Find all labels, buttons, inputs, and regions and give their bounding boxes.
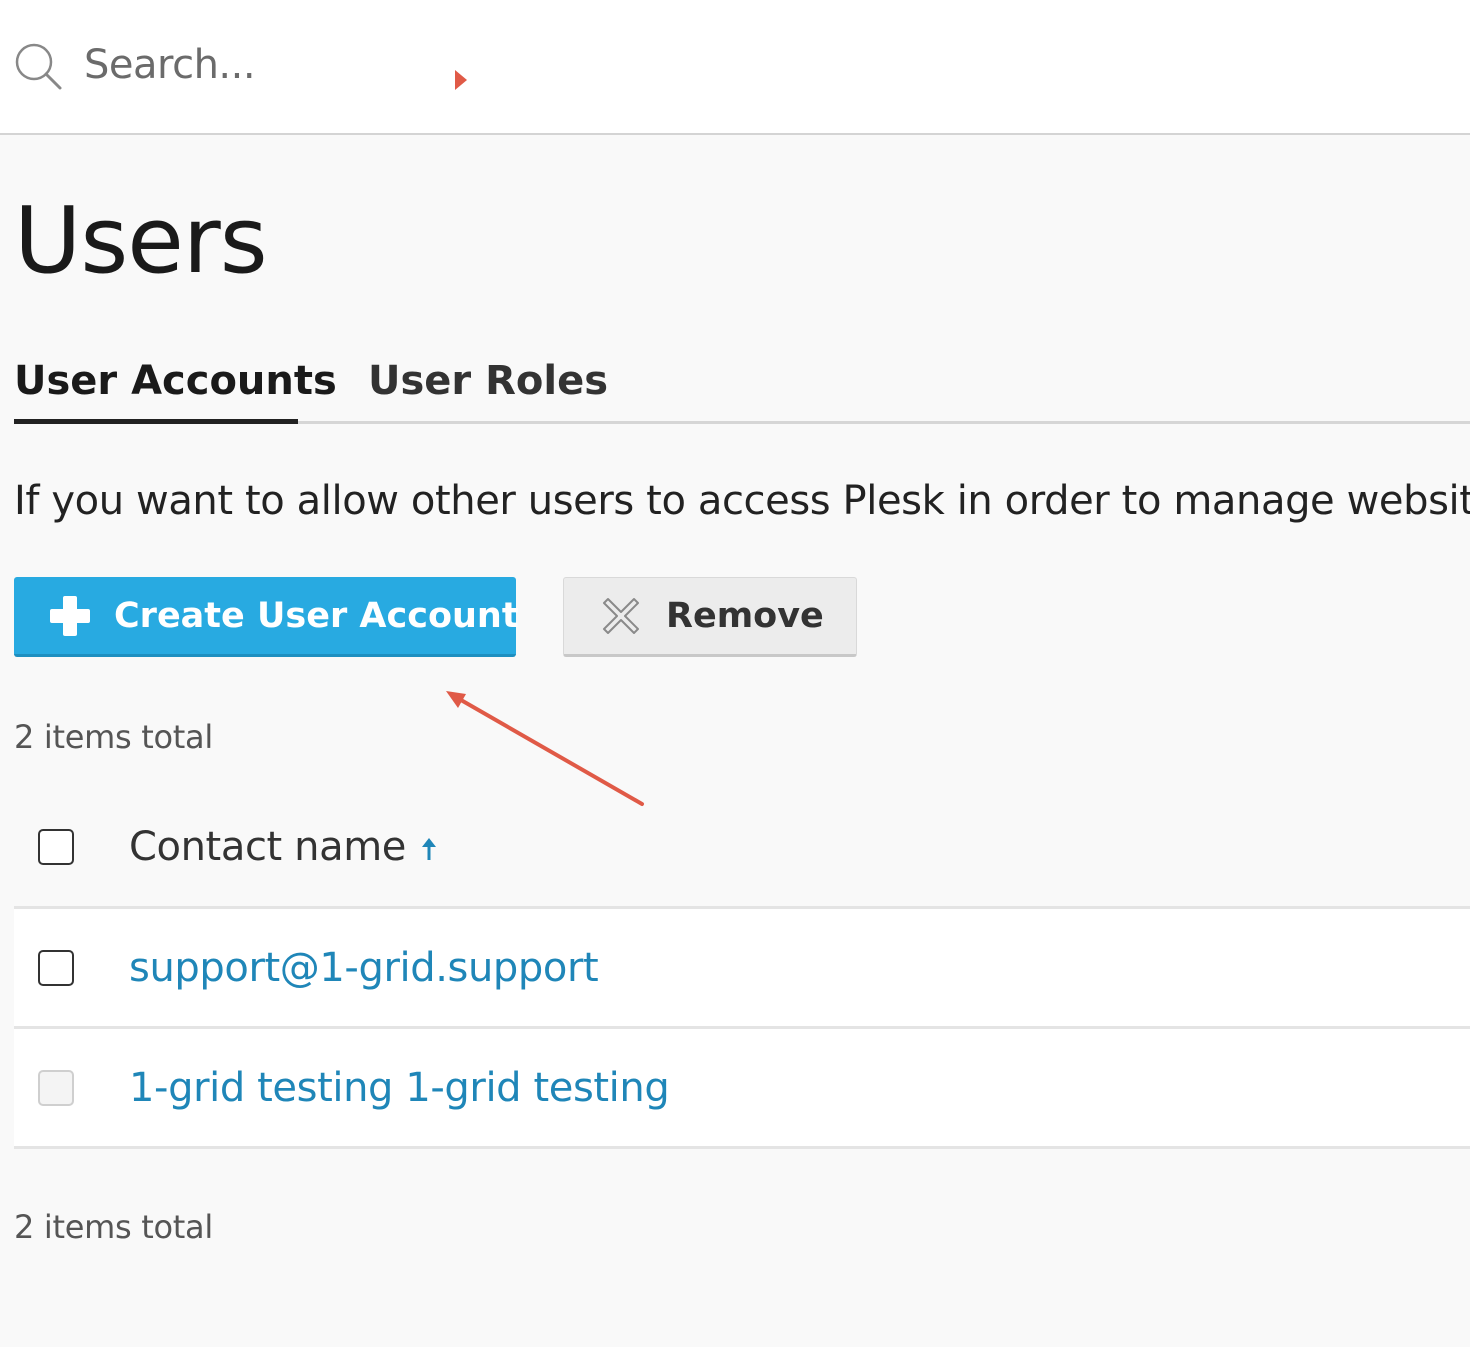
- column-header-label: Contact name: [129, 824, 406, 870]
- remove-label: Remove: [666, 596, 824, 636]
- create-user-account-label: Create User Account: [114, 595, 519, 636]
- search-input[interactable]: [84, 36, 444, 94]
- intro-text: If you want to allow other users to acce…: [14, 478, 1470, 524]
- contact-name-link[interactable]: 1-grid testing 1-grid testing: [129, 1065, 670, 1111]
- row-checkbox[interactable]: [38, 949, 74, 986]
- create-user-account-button[interactable]: Create User Account: [14, 577, 519, 657]
- plus-icon: [50, 595, 90, 636]
- sort-up-icon: [421, 838, 436, 860]
- tab-user-roles[interactable]: User Roles: [368, 352, 608, 424]
- column-header-contact-name[interactable]: Contact name: [129, 824, 440, 870]
- search-icon: [15, 43, 62, 90]
- select-all-checkbox[interactable]: [38, 829, 74, 865]
- table-header-row: Contact name: [14, 788, 1470, 909]
- table-row: support@1-grid.support: [14, 909, 1470, 1029]
- tab-bar: User Accounts User Roles: [14, 352, 1470, 424]
- caret-right-icon: [455, 70, 467, 90]
- users-table: Contact name support@1-grid.support 1-gr…: [14, 788, 1470, 1149]
- items-total: 2 items total: [14, 718, 213, 756]
- close-icon: [603, 598, 639, 634]
- table-row: 1-grid testing 1-grid testing: [14, 1029, 1470, 1149]
- row-checkbox-disabled: [38, 1069, 74, 1106]
- contact-name-link[interactable]: support@1-grid.support: [129, 945, 599, 991]
- page-title: Users: [14, 187, 268, 294]
- top-bar: [0, 0, 1470, 135]
- items-total-footer: 2 items total: [14, 1208, 213, 1246]
- remove-button[interactable]: Remove: [563, 577, 857, 657]
- tab-user-accounts[interactable]: User Accounts: [14, 352, 337, 424]
